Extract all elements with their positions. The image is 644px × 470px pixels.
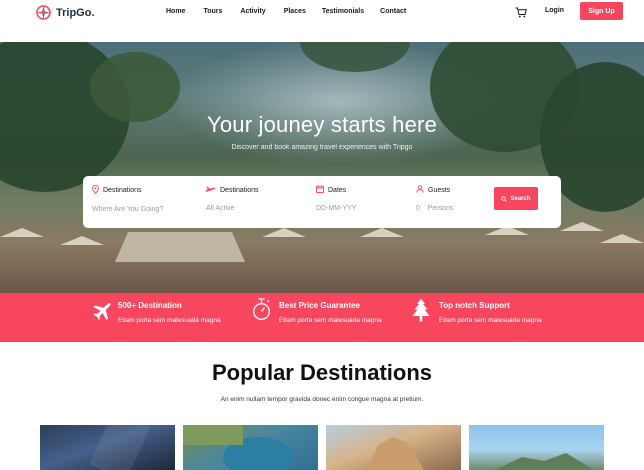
destination-card[interactable] (469, 425, 604, 470)
feature-destinations: 500+ Destination Etiam porta sem malesua… (118, 301, 221, 324)
destination-field[interactable]: Destinations Where Are You Going? (92, 184, 163, 213)
nav-activity[interactable]: Activity (240, 8, 265, 15)
feature-support: Top notch Support Etiam porta sem malesu… (439, 301, 542, 324)
search-icon (501, 195, 508, 202)
login-link[interactable]: Login (545, 7, 564, 14)
nav-places[interactable]: Places (284, 8, 306, 15)
search-button-label: Search (510, 195, 531, 202)
nav-testimonials[interactable]: Testimonials (322, 8, 364, 15)
guests-label: Guests (428, 186, 451, 194)
user-icon (416, 185, 424, 195)
location-pin-icon (92, 184, 99, 196)
activity-field[interactable]: Destinations All Active (206, 185, 259, 212)
compass-logo-icon (36, 5, 51, 20)
nav-contact[interactable]: Contact (380, 8, 406, 15)
logo[interactable]: TripGo. (35, 4, 95, 21)
destination-card[interactable] (326, 425, 461, 470)
dates-label: Dates (328, 186, 347, 194)
activity-select[interactable]: All Active (206, 205, 259, 212)
cart-icon[interactable] (515, 7, 527, 18)
signup-button[interactable]: Sign Up (580, 2, 623, 20)
dates-field[interactable]: Dates DD-MM-YYY (316, 185, 356, 212)
airplane-icon (93, 303, 111, 320)
calendar-icon (316, 185, 324, 195)
plane-icon (206, 185, 216, 195)
destination-card[interactable] (183, 425, 318, 470)
destination-card[interactable] (40, 425, 175, 470)
price-tag-icon (253, 298, 270, 320)
destination-input[interactable]: Where Are You Going? (92, 206, 163, 213)
feature-description: Etiam porta sem malesuada magna (118, 317, 221, 324)
feature-description: Etiam porta sem malesuada magna (439, 317, 542, 324)
popular-destinations-title: Popular Destinations (211, 360, 433, 385)
feature-title: Best Price Guarantee (279, 301, 360, 310)
site-header: TripGo. Home Tours Activity Places Testi… (0, 0, 644, 42)
nav-home[interactable]: Home (166, 8, 185, 15)
feature-title: Top notch Support (439, 301, 510, 310)
tree-icon (412, 298, 430, 322)
popular-destinations-subtitle: An enim nullam tempor gravida donec enim… (220, 396, 424, 403)
features-strip: 500+ Destination Etiam porta sem malesua… (0, 293, 644, 342)
feature-price: Best Price Guarantee Etiam porta sem mal… (279, 301, 382, 324)
feature-description: Etiam porta sem malesuada magna (279, 317, 382, 324)
guests-input[interactable]: 0 Persons (416, 205, 453, 212)
search-button[interactable]: Search (494, 187, 538, 210)
hero-banner: Your jouney starts here Discover and boo… (0, 42, 644, 293)
brand-name: TripGo. (56, 6, 95, 19)
feature-title: 500+ Destination (118, 301, 182, 310)
guests-field[interactable]: Guests 0 Persons (416, 185, 453, 212)
destination-label: Destinations (103, 187, 142, 194)
main-nav: Home Tours Activity Places Testimonials … (166, 8, 406, 15)
dates-input[interactable]: DD-MM-YYY (316, 205, 356, 212)
hero-title: Your jouney starts here (206, 112, 438, 137)
activity-label: Destinations (220, 186, 259, 194)
search-panel: Destinations Where Are You Going? Destin… (83, 176, 561, 228)
nav-tours[interactable]: Tours (203, 8, 222, 15)
hero-subtitle: Discover and book amazing travel experie… (231, 144, 413, 151)
